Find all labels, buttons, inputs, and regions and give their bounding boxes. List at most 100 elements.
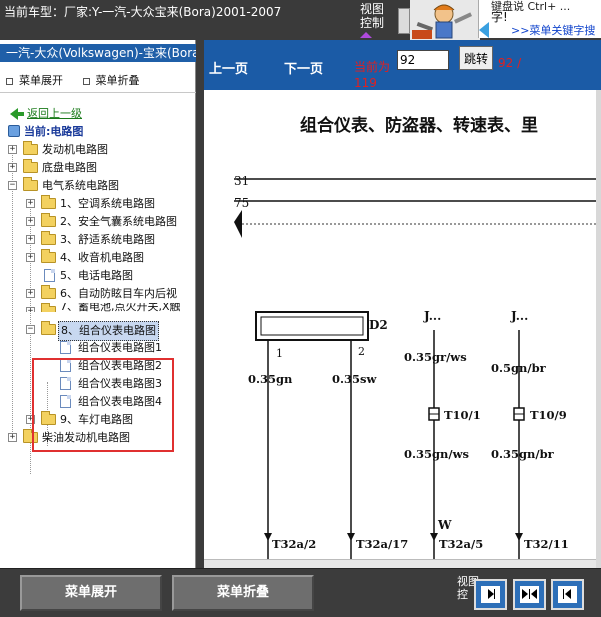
tree-item-label: 电气系统电路图 <box>42 179 119 192</box>
arrow-icon <box>347 533 355 541</box>
collapse-left-button[interactable] <box>551 579 584 610</box>
w-label: W <box>437 518 452 532</box>
terminal-label-2: T32a/17 <box>356 537 408 551</box>
current-page-label: 当前为 <box>354 60 391 74</box>
menu-expand-button[interactable]: 菜单展开 <box>20 575 162 611</box>
tree-item-label: 2、安全气囊系统电路图 <box>60 215 177 228</box>
tree-item-label: 5、电话电路图 <box>60 269 133 282</box>
folder-open-icon <box>23 177 38 191</box>
vehicle-title: 当前车型：厂家:Y-一汽-大众宝来(Bora)2001-2007 <box>4 5 282 19</box>
app-window: 当前车型：厂家:Y-一汽-大众宝来(Bora)2001-2007 视图 控制 键… <box>0 0 601 617</box>
connector-label-1: T10/1 <box>444 408 481 422</box>
tree-item-label: 8、组合仪表电路图 <box>58 321 159 341</box>
tree-actions: 菜单展开 菜单折叠 <box>6 72 156 88</box>
button-face <box>481 586 500 603</box>
arrow-left-icon <box>531 589 537 599</box>
tree-item-radio[interactable]: + 4、收音机电路图 <box>0 249 180 267</box>
folder-icon <box>23 141 38 155</box>
terminal-label-4: T32/11 <box>524 537 569 551</box>
collapse-square-icon <box>82 77 90 85</box>
menu-collapse-button[interactable]: 菜单折叠 <box>172 575 314 611</box>
expand-right-button[interactable] <box>474 579 507 610</box>
tree-item-airbag[interactable]: + 2、安全气囊系统电路图 <box>0 213 180 231</box>
tree-item-electrical[interactable]: − 电气系统电路图 <box>0 177 180 195</box>
page-total-count: 119 <box>354 76 377 90</box>
d2-inner <box>260 316 364 336</box>
notice-text-2: 字! <box>491 10 508 24</box>
tree-collapse-all[interactable]: 菜单折叠 <box>82 74 140 87</box>
expand-plus-icon[interactable]: + <box>26 289 35 298</box>
wire-31-label: 31 <box>234 174 249 188</box>
jump-button[interactable]: 跳转 <box>459 46 493 70</box>
collapse-minus-icon[interactable]: − <box>26 325 35 334</box>
expand-plus-icon[interactable]: + <box>8 433 17 442</box>
menu-search-link[interactable]: >>菜单关键字搜 <box>511 22 595 38</box>
wire-label-2: 0.35sw <box>332 372 377 386</box>
pin-1-label: 1 <box>276 347 283 360</box>
tree-expand-all[interactable]: 菜单展开 <box>6 74 63 87</box>
expand-plus-icon[interactable]: + <box>26 235 35 244</box>
folder-icon <box>41 195 56 209</box>
wiring-diagram: 组合仪表、防盗器、转速表、里 31 75 D2 1 2 J... J... ( … <box>204 90 601 560</box>
ground-marker-icon <box>234 210 242 238</box>
document-icon <box>44 269 55 282</box>
bottom-bar: 菜单展开 菜单折叠 视图 控 <box>0 568 601 617</box>
j-label-1: J... <box>423 309 441 323</box>
next-page-button[interactable]: 下一页 <box>284 58 323 77</box>
tree-item-cluster-1[interactable]: 组合仪表电路图1 <box>0 339 180 357</box>
split-view-button[interactable] <box>513 579 546 610</box>
expand-plus-icon[interactable]: + <box>26 253 35 262</box>
arrow-icon <box>515 533 523 541</box>
tree-item-comfort[interactable]: + 3、舒适系统电路图 <box>0 231 180 249</box>
document-icon <box>60 341 71 354</box>
expand-plus-icon[interactable]: + <box>26 199 35 208</box>
notice-arrow-icon <box>479 22 489 38</box>
back-label: 返回上一级 <box>27 107 82 120</box>
tree-item-phone[interactable]: 5、电话电路图 <box>0 267 180 285</box>
prev-page-button[interactable]: 上一页 <box>209 58 248 77</box>
pin-2-label: 2 <box>358 345 365 358</box>
tree-item-engine[interactable]: + 发动机电路图 <box>0 141 180 159</box>
horizontal-scrollbar[interactable] <box>204 559 596 568</box>
folder-icon <box>41 213 56 227</box>
arrow-right-icon <box>522 589 528 599</box>
connector-label-2: T10/9 <box>530 408 567 422</box>
page-total: 92 / <box>498 56 522 70</box>
view-control-label-2: 控制 <box>360 16 385 30</box>
view-control[interactable]: 视图 控制 <box>360 2 385 38</box>
tree-item-label: 7、蓄电池,点火开关,X触 <box>60 303 180 312</box>
tree-item-mirror[interactable]: + 6、自动防眩目车内后视 <box>0 285 180 303</box>
bar-icon <box>563 589 564 599</box>
tree-item-chassis[interactable]: + 底盘电路图 <box>0 159 180 177</box>
view-toggle-button[interactable] <box>398 8 410 34</box>
tree-item-label: 3、舒适系统电路图 <box>60 233 155 246</box>
diagram-title: 组合仪表、防盗器、转速表、里 <box>300 115 538 136</box>
tree-item-label: 4、收音机电路图 <box>60 251 144 264</box>
tree-item-ac[interactable]: + 1、空调系统电路图 <box>0 195 180 213</box>
arrow-icon <box>430 533 438 541</box>
terminal-label-3: T32a/5 <box>439 537 483 551</box>
wire-label-5: 0.35gn/ws <box>404 447 469 461</box>
back-link[interactable]: 返回上一级 <box>0 105 180 123</box>
bar-icon <box>494 589 495 599</box>
divider <box>0 92 196 93</box>
tree-item-cluster[interactable]: − 8、组合仪表电路图 <box>0 321 180 341</box>
content-pane: 上一页 下一页 当前为 跳转 92 / 119 组合仪表、防盗器、转速表、里 3… <box>204 40 601 568</box>
j-label-2: J... <box>510 309 528 323</box>
collapse-minus-icon[interactable]: − <box>8 181 17 190</box>
terminal-label-1: T32a/2 <box>272 537 316 551</box>
expand-plus-icon[interactable]: + <box>26 217 35 226</box>
expand-plus-icon[interactable]: + <box>26 307 35 312</box>
top-bar: 当前车型：厂家:Y-一汽-大众宝来(Bora)2001-2007 视图 控制 键… <box>0 0 601 40</box>
vertical-scrollbar[interactable] <box>596 90 601 568</box>
wire-label-1: 0.35gn <box>248 372 293 386</box>
page-number-input[interactable] <box>397 50 449 70</box>
expand-plus-icon[interactable]: + <box>8 163 17 172</box>
computer-icon <box>8 125 20 137</box>
current-node: 当前:电路图 <box>0 123 180 141</box>
tree-item-label: 6、自动防眩目车内后视 <box>60 287 177 300</box>
tree-item-label: 组合仪表电路图1 <box>78 341 162 354</box>
tree-item-battery[interactable]: + 7、蓄电池,点火开关,X触 <box>0 303 180 312</box>
wire-label-4: 0.5gn/br <box>491 361 547 375</box>
expand-plus-icon[interactable]: + <box>8 145 17 154</box>
